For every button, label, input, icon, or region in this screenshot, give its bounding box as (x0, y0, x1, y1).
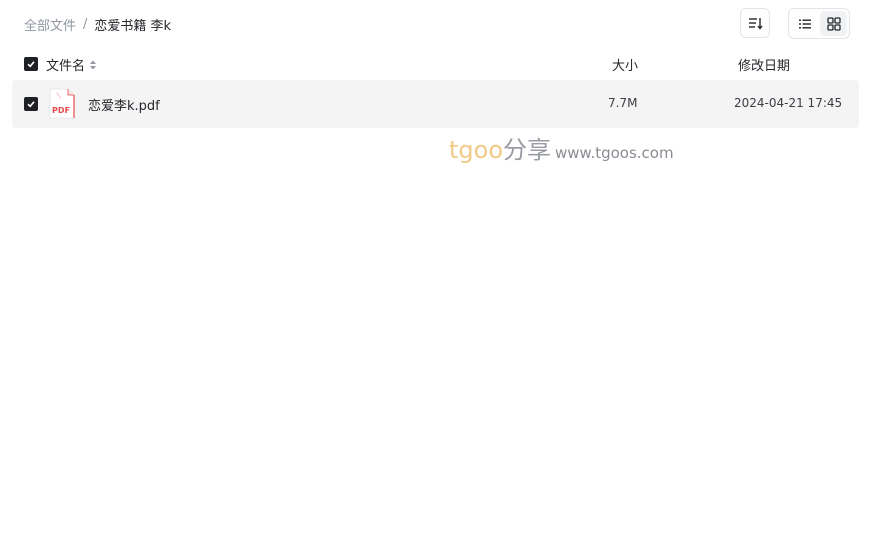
grid-view-icon (826, 16, 841, 31)
file-size: 7.7M (608, 96, 638, 110)
watermark-brand: tgoo (449, 136, 504, 164)
pdf-file-icon: PDF (49, 88, 75, 119)
breadcrumb-separator: / (83, 16, 88, 32)
table-header: 文件名 大小 修改日期 (12, 48, 859, 80)
breadcrumb-current-folder: 恋爱书籍 李k (94, 18, 172, 34)
sort-button[interactable] (740, 8, 770, 38)
grid-view-button[interactable] (820, 11, 847, 36)
column-header-date[interactable]: 修改日期 (738, 55, 790, 74)
watermark-url: www.tgoos.com (555, 144, 674, 162)
file-name[interactable]: 恋爱李k.pdf (88, 95, 160, 114)
column-header-name-label: 文件名 (46, 59, 86, 74)
checkmark-icon (27, 61, 35, 68)
sort-icon (749, 18, 763, 30)
list-view-icon (798, 19, 811, 28)
view-toggle (788, 8, 850, 39)
column-header-name[interactable]: 文件名 (46, 55, 97, 74)
pdf-type-label: PDF (52, 106, 70, 115)
watermark-share: 分享 (503, 136, 552, 164)
row-checkbox[interactable] (24, 97, 38, 111)
watermark: tgoo 分享 www.tgoos.com (449, 130, 674, 164)
breadcrumb: 全部文件 / 恋爱书籍 李k (24, 14, 171, 34)
list-view-button[interactable] (791, 11, 818, 36)
file-browser: 全部文件 / 恋爱书籍 李k 文件名 大小 修改日期 PDF 恋爱李k.pdf … (0, 0, 874, 538)
table-row[interactable]: PDF 恋爱李k.pdf 7.7M 2024-04-21 17:45 (12, 80, 859, 128)
sort-toggle-icon (90, 60, 97, 69)
select-all-checkbox[interactable] (24, 57, 38, 71)
column-header-size[interactable]: 大小 (612, 55, 638, 74)
checkmark-icon (27, 101, 35, 108)
file-modified-date: 2024-04-21 17:45 (734, 96, 843, 110)
breadcrumb-root-link[interactable]: 全部文件 (24, 15, 76, 34)
